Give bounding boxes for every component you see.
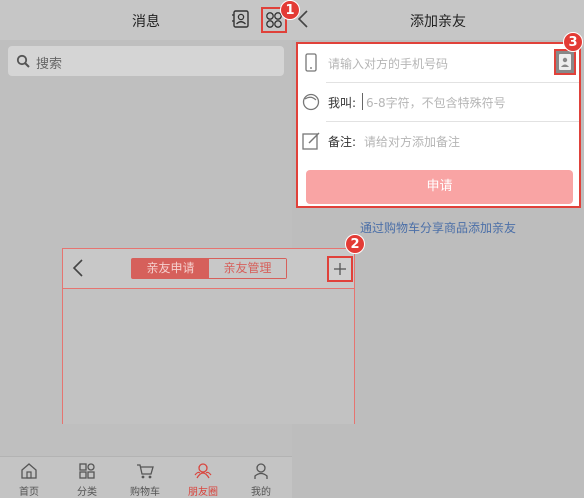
add-friend-header: 添加亲友 xyxy=(292,0,584,40)
back-icon[interactable] xyxy=(71,259,85,277)
friends-management-panel: 亲友申请 亲友管理 xyxy=(62,248,355,424)
edit-icon xyxy=(302,132,320,150)
tab-mine[interactable]: 我的 xyxy=(232,457,290,498)
annotation-badge-1: 1 xyxy=(280,0,300,20)
contacts-icon[interactable] xyxy=(231,9,251,29)
messages-header: 消息 xyxy=(0,0,292,40)
tab-mine-label: 我的 xyxy=(251,487,271,498)
tab-category[interactable]: 分类 xyxy=(58,457,116,498)
tab-cart-label: 购物车 xyxy=(130,487,160,498)
search-placeholder: 搜索 xyxy=(36,57,63,72)
search-input[interactable]: 搜索 xyxy=(8,46,284,76)
share-cart-link[interactable]: 通过购物车分享商品添加亲友 xyxy=(292,219,584,236)
note-label: 备注: xyxy=(328,135,357,149)
tab-friend-manage[interactable]: 亲友管理 xyxy=(209,259,286,278)
category-icon xyxy=(79,463,95,479)
cart-icon xyxy=(137,464,154,479)
plus-icon xyxy=(334,263,346,275)
user-icon xyxy=(254,463,268,479)
friends-segment-control: 亲友申请 亲友管理 xyxy=(131,258,287,279)
add-friend-form: 请输入对方的手机号码 我叫: 6-8字符，不包含特殊符号 备注: 请给对方添加备… xyxy=(296,42,581,208)
call-field[interactable]: 我叫: 6-8字符，不包含特殊符号 xyxy=(298,83,579,122)
text-caret xyxy=(362,93,363,110)
tab-moments[interactable]: 朋友圈 xyxy=(174,457,232,498)
tab-moments-label: 朋友圈 xyxy=(188,487,218,498)
tab-category-label: 分类 xyxy=(77,487,97,498)
search-icon xyxy=(16,54,30,68)
friends-header: 亲友申请 亲友管理 xyxy=(63,249,354,289)
page-title: 添加亲友 xyxy=(410,14,466,30)
contact-book-button[interactable] xyxy=(554,49,576,75)
annotation-badge-2: 2 xyxy=(345,234,365,254)
call-placeholder: 6-8字符，不包含特殊符号 xyxy=(366,96,506,110)
phone-field[interactable]: 请输入对方的手机号码 xyxy=(298,44,579,83)
call-label: 我叫: xyxy=(328,96,357,110)
note-placeholder: 请给对方添加备注 xyxy=(364,135,461,149)
tab-home[interactable]: 首页 xyxy=(0,457,58,498)
moments-icon xyxy=(194,463,212,479)
add-friend-button[interactable] xyxy=(327,256,353,282)
phone-icon xyxy=(305,53,317,72)
bottom-tab-bar: 首页 分类 购物车 朋友圈 我的 xyxy=(0,456,292,498)
face-icon xyxy=(302,93,320,111)
apply-button[interactable]: 申请 xyxy=(306,170,573,204)
tab-home-label: 首页 xyxy=(19,487,39,498)
tab-cart[interactable]: 购物车 xyxy=(116,457,174,498)
contact-book-icon xyxy=(559,54,571,70)
phone-placeholder: 请输入对方的手机号码 xyxy=(328,57,449,71)
tab-friend-requests[interactable]: 亲友申请 xyxy=(132,259,209,278)
note-field[interactable]: 备注: 请给对方添加备注 xyxy=(298,122,579,161)
home-icon xyxy=(21,463,37,479)
annotation-badge-3: 3 xyxy=(563,32,583,52)
